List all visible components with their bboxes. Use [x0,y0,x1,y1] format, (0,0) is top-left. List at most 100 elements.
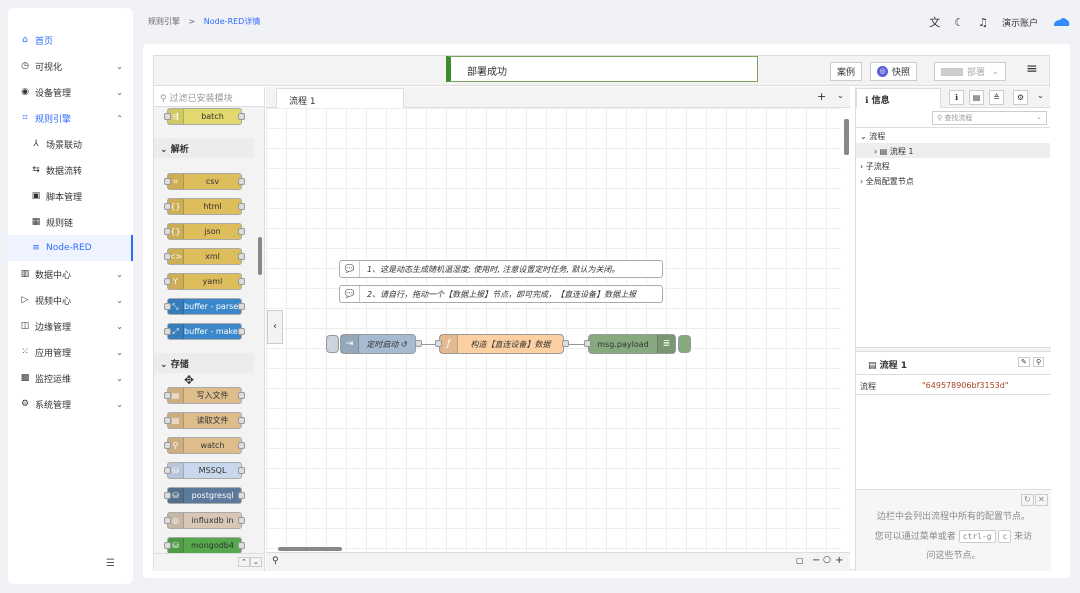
palette-node-label: watch [200,441,225,450]
palette-node-read-file[interactable]: ▤ 读取文件 [164,412,245,429]
chevron-down-icon[interactable]: ⌄ [1037,91,1044,100]
collapse-menu-icon[interactable]: ☰ [106,558,115,569]
chevron-icon: ⌄ [116,269,123,279]
sidebar-item-monitor[interactable]: ▩ 监控运维 ⌄ [8,365,133,391]
sidebar-item-device[interactable]: ◉ 设备管理 ⌄ [8,79,133,105]
palette-node-batch[interactable]: ⇶ batch [164,108,245,125]
sidebar-item-edge[interactable]: ◫ 边缘管理 ⌄ [8,313,133,339]
palette-node-csv[interactable]: ⌗ csv [164,173,245,190]
sidebar-item-chain[interactable]: ▦ 规则链 [8,209,133,235]
palette-node-watch[interactable]: ⚲ watch [164,437,245,454]
add-flow-icon[interactable]: + [817,90,826,103]
panel-resize-handle[interactable] [856,347,1051,352]
category-storage[interactable]: ⌄ 存储 [154,353,254,373]
refresh-icon[interactable]: ↻ [1021,494,1034,506]
sidebar-item-app[interactable]: ⁙ 应用管理 ⌄ [8,339,133,365]
tree-flow-1-label: 流程 1 [889,147,914,156]
palette-node-postgresql[interactable]: ⛁ postgresql [164,487,245,504]
comment-node[interactable]: 💬 1、这是动态生成随机温湿度; 使用时, 注意设置定时任务, 默认为关闭。 [339,260,663,278]
category-parse[interactable]: ⌄ 解析 [154,138,254,158]
inject-trigger-button[interactable] [326,335,339,353]
tree-config-nodes[interactable]: › 全局配置节点 [856,173,1050,188]
palette-node-xml[interactable]: <> xml [164,248,245,265]
palette-node-label: csv [205,177,220,186]
tree-flows[interactable]: ⌄ 流程 [856,128,1050,143]
example-button[interactable]: 案例 [830,62,863,81]
flow-search-input[interactable]: ⚲ 查找流程 ⌄ [932,111,1047,125]
collapse-all-icon[interactable]: ⌃ [238,557,250,567]
example-label: 案例 [837,68,856,78]
palette-scrollbar[interactable] [258,237,262,275]
node-port[interactable] [415,340,422,347]
help-book-icon[interactable]: ▤ [969,90,984,105]
palette-node-html[interactable]: {} html [164,198,245,215]
palette-node-mssql[interactable]: ⛁ MSSQL [164,462,245,479]
comment-text: 1、这是动态生成随机温湿度; 使用时, 注意设置定时任务, 默认为关闭。 [367,264,620,274]
palette-search-input[interactable]: ⚲ 过滤已安装模块 [154,87,264,107]
node-port[interactable] [435,340,442,347]
zoom-reset-icon[interactable]: ○ [823,555,831,565]
canvas-vertical-scrollbar[interactable] [844,119,849,155]
palette-node-buffer-maker[interactable]: ⤢ buffer - maker [164,323,245,340]
input-port [164,278,171,285]
debug-toggle-button[interactable] [678,335,691,353]
close-icon[interactable]: ✕ [1035,494,1048,506]
function-node[interactable]: ƒ 构造【直连设备】数据 [439,334,564,354]
translate-icon[interactable]: 文 [929,14,940,30]
output-port [238,328,245,335]
sidebar-item-video[interactable]: ▷ 视频中心 ⌄ [8,287,133,313]
sidebar-item-home[interactable]: ⌂ 首页 [8,27,133,53]
output-port [238,517,245,524]
sidebar-item-script[interactable]: ▣ 脚本管理 [8,183,133,209]
snapshot-button[interactable]: ◎ 快照 [870,62,918,81]
map-icon[interactable]: ▢ [796,556,804,565]
sidebar-item-nodered[interactable]: ≡ Node-RED [8,235,133,261]
palette-node-influxdb[interactable]: ◎ influxdb in [164,512,245,529]
expand-all-icon[interactable]: ⌄ [250,557,262,567]
config-nodes-icon[interactable]: ≙ [989,90,1004,105]
breadcrumb-parent[interactable]: 规则引擎 [148,17,180,26]
node-port[interactable] [584,340,591,347]
search-icon[interactable]: ⚲ [1033,357,1045,367]
chevron-icon: ⌄ [116,373,123,383]
tab-info[interactable]: ℹ 信息 [856,88,941,108]
palette-node-json[interactable]: {} json [164,223,245,240]
tree-subflows[interactable]: › 子流程 [856,158,1050,173]
zoom-out-icon[interactable]: − [812,555,820,566]
info-tab-icon[interactable]: ℹ [949,90,964,105]
palette-node-yaml[interactable]: Yyaml [164,273,245,290]
avatar[interactable] [1052,16,1070,28]
palette-node-buffer-parser[interactable]: ⤡ buffer - parser [164,298,245,315]
main-menu-icon[interactable]: ≡ [1026,61,1038,77]
tree-flow-1[interactable]: › ▤ 流程 1 [856,143,1050,158]
help-line-2b: 来访 [1014,532,1033,542]
flow-canvas[interactable] [266,108,841,552]
canvas-horizontal-scrollbar[interactable] [278,547,342,551]
edit-icon[interactable]: ✎ [1018,357,1030,367]
sidebar-item-dashboard[interactable]: ◷ 可视化 ⌄ [8,53,133,79]
search-icon[interactable]: ⚲ [272,556,279,566]
sidebar-item-label: 边缘管理 [35,322,72,333]
gear-icon[interactable]: ⚙ [1013,90,1028,105]
palette-node-mongodb[interactable]: ⛁ mongodb4 [164,537,245,554]
deploy-button[interactable]: 部署 ⌄ [934,62,1006,81]
palette-toggle-button[interactable]: ‹ [267,310,283,344]
sidebar-item-scene[interactable]: ⅄ 场景联动 [8,131,133,157]
inject-node[interactable]: ⇥ 定时启动 ↺ [340,334,416,354]
info-value: "649578906bf3153d" [922,381,1009,390]
zoom-in-icon[interactable]: + [835,555,843,566]
comment-node[interactable]: 💬 2、请自行，拖动一个【数据上报】节点，即可完成，【直连设备】数据上报 [339,285,663,303]
debug-node[interactable]: msg.payload ≣ [588,334,676,354]
sidebar-item-settings[interactable]: ⚙ 系统管理 ⌄ [8,391,133,417]
tab-list-icon[interactable]: ⌄ [837,91,844,100]
account-name[interactable]: 演示账户 [1002,16,1038,29]
sidebar-item-datacenter[interactable]: ▥ 数据中心 ⌄ [8,261,133,287]
sidebar-item-transfer[interactable]: ⇆ 数据流转 [8,157,133,183]
tab-flow-1[interactable]: 流程 1 [276,88,404,109]
monitor-icon: ▩ [20,373,30,383]
sidebar-item-rule[interactable]: ⌗ 规则引擎 ⌃ [8,105,133,131]
node-port[interactable] [562,340,569,347]
theme-toggle-icon[interactable]: ☾ [954,16,964,29]
palette-node-write-file[interactable]: ▤ 写入文件 [164,387,245,404]
notification-bell-icon[interactable]: ♫ [978,16,988,29]
